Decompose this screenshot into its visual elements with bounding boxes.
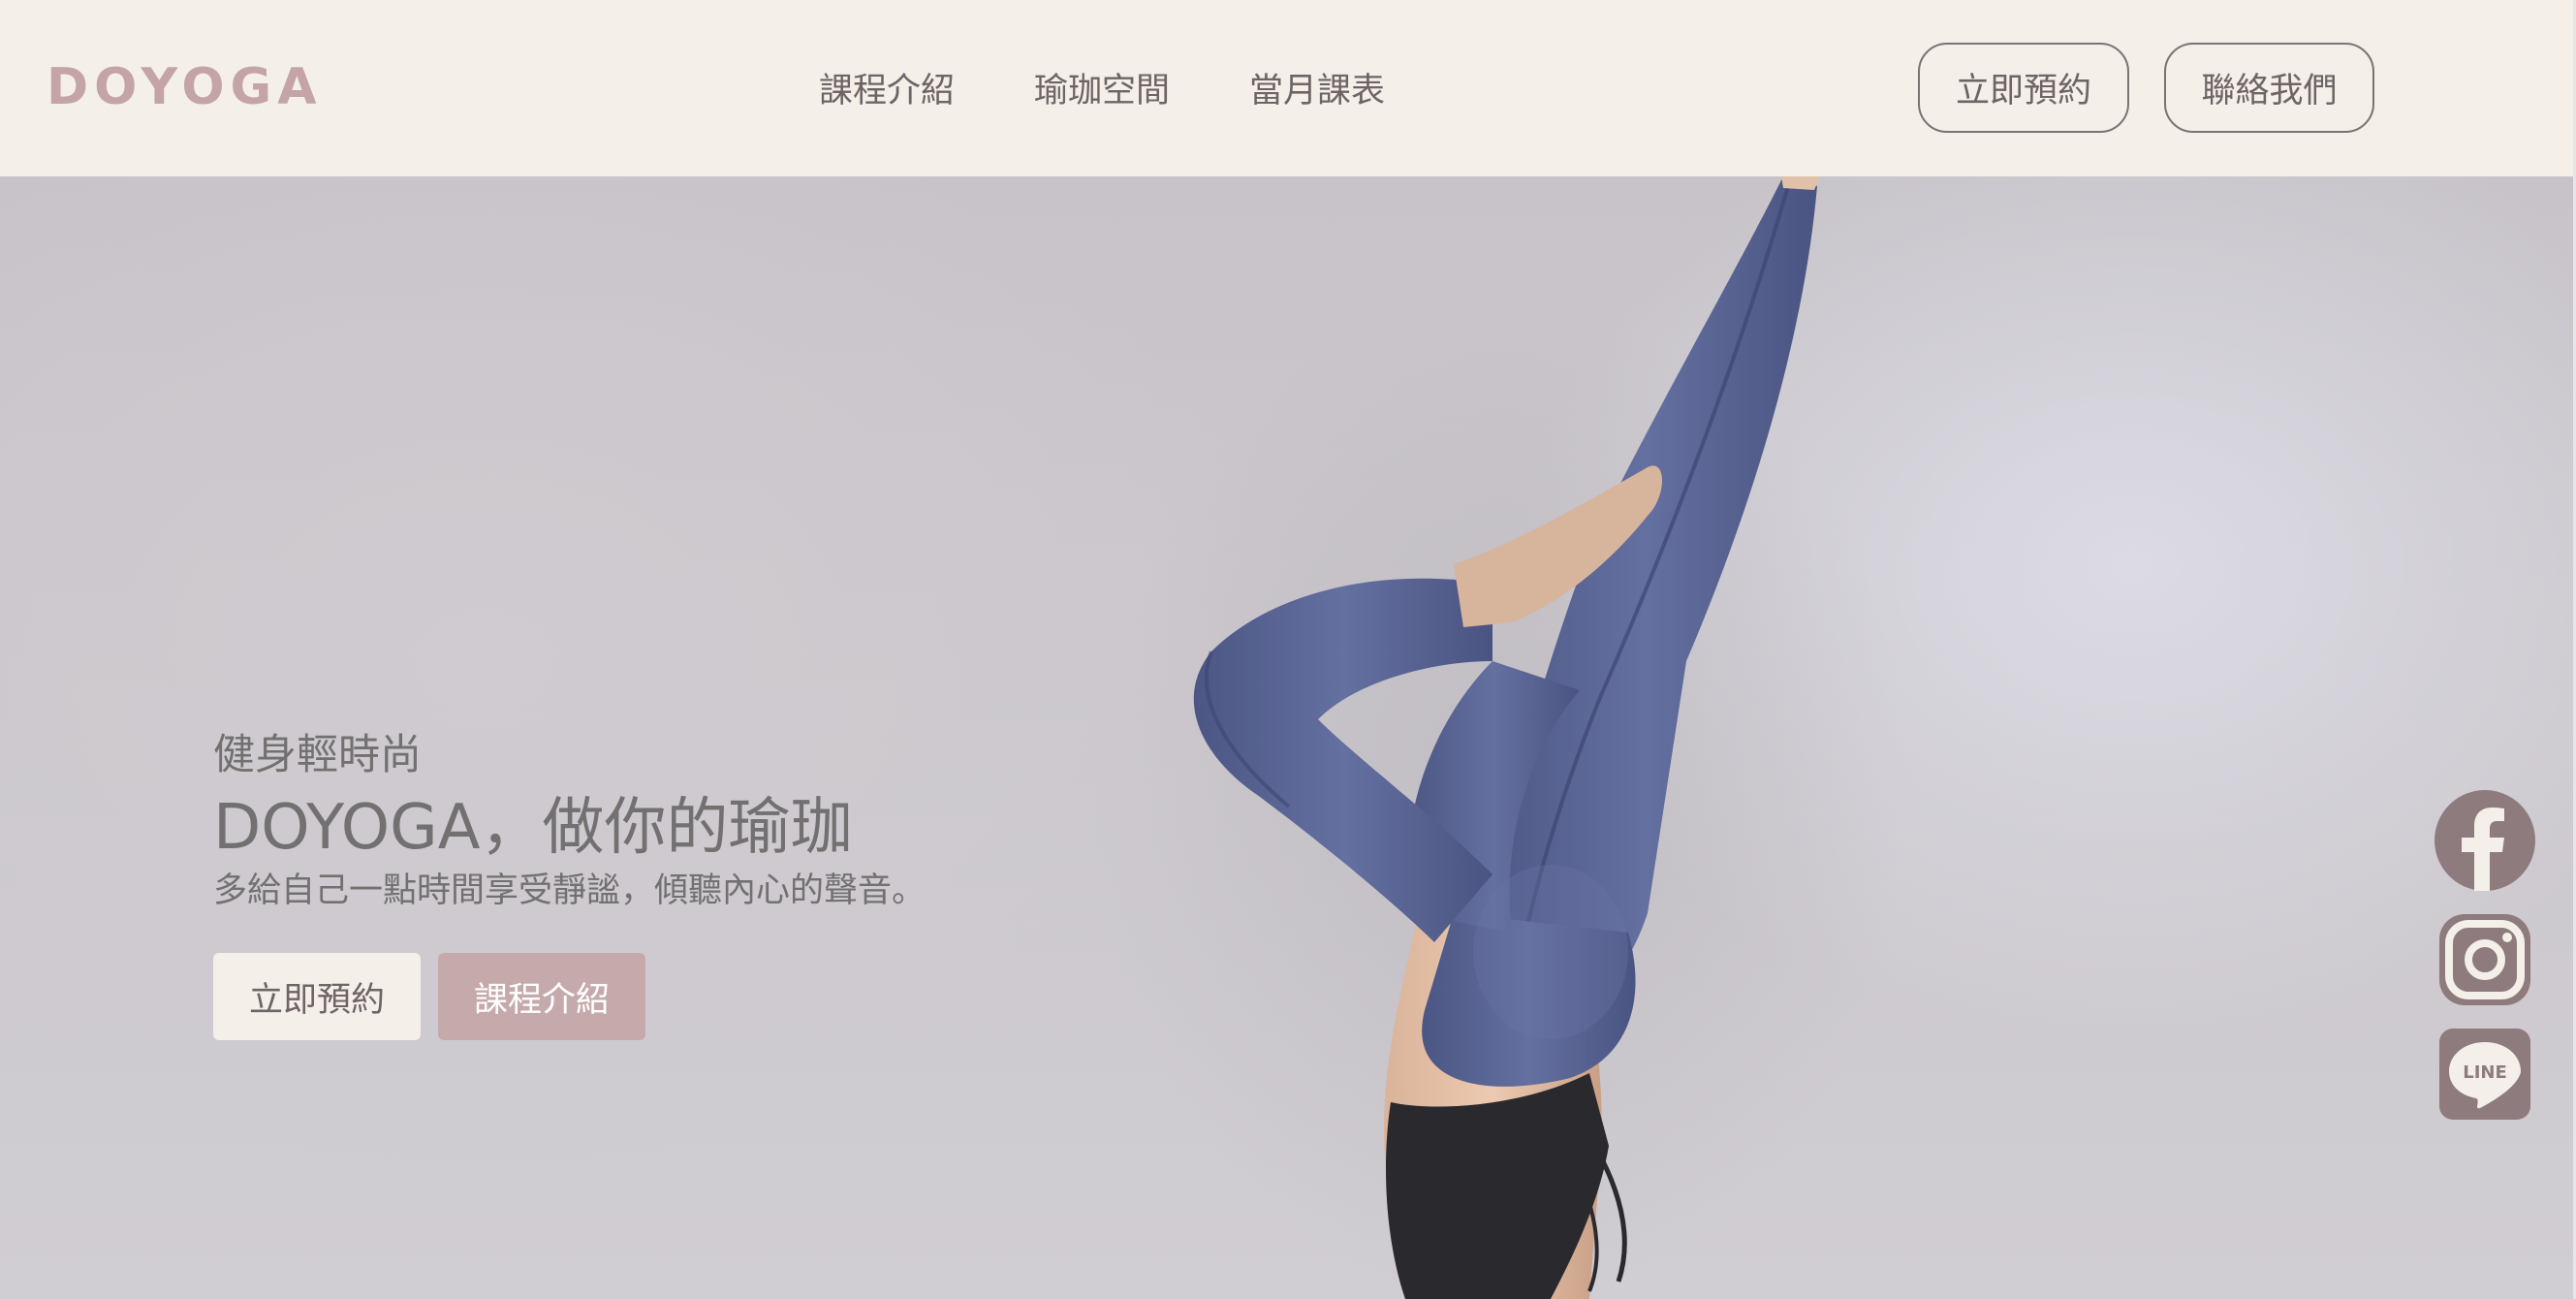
- nav-link-schedule[interactable]: 當月課表: [1249, 66, 1385, 116]
- nav-link-space[interactable]: 瑜珈空間: [1034, 66, 1170, 116]
- hero-subline: 多給自己一點時間享受靜謐，傾聽內心的聲音。: [213, 871, 927, 910]
- hero-tagline: 健身輕時尚: [213, 731, 422, 779]
- nav-link-courses[interactable]: 課程介紹: [819, 66, 955, 116]
- line-link[interactable]: LINE: [2439, 1029, 2530, 1124]
- hero-book-now-button[interactable]: 立即預約: [213, 953, 421, 1040]
- social-links: LINE: [2433, 790, 2537, 1124]
- hero-courses-button[interactable]: 課程介紹: [438, 953, 645, 1040]
- site-header: DOYOGA 課程介紹 瑜珈空間 當月課表 立即預約 聯絡我們: [0, 0, 2573, 176]
- facebook-link[interactable]: [2435, 790, 2535, 895]
- line-icon: LINE: [2439, 1029, 2530, 1120]
- hero-section: 健身輕時尚 DOYOGA，做你的瑜珈 多給自己一點時間享受靜謐，傾聽內心的聲音。…: [0, 176, 2573, 1299]
- hero-cta-row: 立即預約 課程介紹: [213, 953, 926, 1040]
- hero-headline: DOYOGA，做你的瑜珈: [213, 792, 853, 864]
- page: DOYOGA 課程介紹 瑜珈空間 當月課表 立即預約 聯絡我們 健身輕時尚 DO…: [0, 0, 2573, 1299]
- line-icon-label: LINE: [2463, 1062, 2507, 1083]
- brand-logo[interactable]: DOYOGA: [47, 56, 322, 118]
- book-now-button[interactable]: 立即預約: [1918, 43, 2129, 133]
- main-nav: 課程介紹 瑜珈空間 當月課表: [819, 66, 1385, 116]
- hero-copy: 健身輕時尚 DOYOGA，做你的瑜珈 多給自己一點時間享受靜謐，傾聽內心的聲音。…: [213, 726, 926, 1040]
- instagram-link[interactable]: [2439, 914, 2530, 1009]
- facebook-icon: [2435, 790, 2535, 891]
- instagram-icon: [2439, 914, 2530, 1005]
- contact-us-button[interactable]: 聯絡我們: [2164, 43, 2374, 133]
